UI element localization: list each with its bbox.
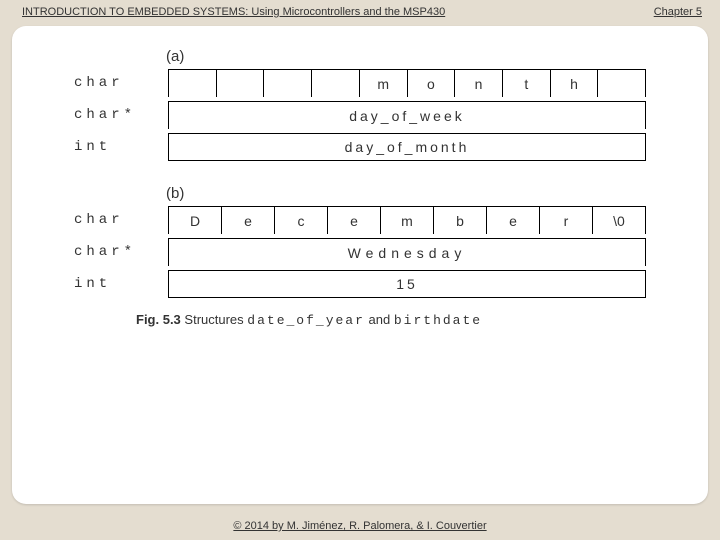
cell: e [222,207,275,234]
cell [169,70,217,97]
page-header: INTRODUCTION TO EMBEDDED SYSTEMS: Using … [0,0,720,18]
panel-a-label: (a) [166,48,646,65]
cell: r [540,207,593,234]
int-a-value: day_of_month [169,134,645,160]
row-charp-b: char* Wednesday [74,238,646,266]
row-charp-a: char* day_of_week [74,101,646,129]
book-title: INTRODUCTION TO EMBEDDED SYSTEMS: Using … [22,6,445,18]
caption-code1: date_of_year [247,313,365,328]
row-int-a-label: int [74,133,168,161]
chapter-label: Chapter 5 [654,6,702,18]
cell: n [455,70,503,97]
caption-word1: Structures [184,312,243,327]
row-int-b: int 15 [74,270,646,298]
row-char-b-label: char [74,206,168,234]
slide-body: (a) char m o n t h char* day_o [12,26,708,504]
row-charp-a-label: char* [74,101,168,129]
cell: m [360,70,408,97]
cell: m [381,207,434,234]
panel-a: (a) char m o n t h char* day_o [74,48,646,161]
panel-b-label: (b) [166,185,646,202]
fig-number: Fig. 5.3 [136,312,181,327]
int-b-value: 15 [169,271,645,297]
row-char-a: char m o n t h [74,69,646,97]
cell: o [408,70,456,97]
cell: e [328,207,381,234]
cell [264,70,312,97]
row-int-b-label: int [74,270,168,298]
cell [217,70,265,97]
panel-b: (b) char D e c e m b e r \0 char* Wednes… [74,185,646,298]
caption-word2: and [369,312,391,327]
cell: e [487,207,540,234]
cell: c [275,207,328,234]
caption-code2: birthdate [394,313,482,328]
figure-caption: Fig. 5.3 Structures date_of_year and bir… [136,312,646,328]
charp-b-value: Wednesday [169,239,645,266]
char-a-cells: m o n t h [169,70,645,97]
char-b-cells: D e c e m b e r \0 [169,207,645,234]
cell: D [169,207,222,234]
row-char-a-label: char [74,69,168,97]
cell: b [434,207,487,234]
cell [312,70,360,97]
row-char-b: char D e c e m b e r \0 [74,206,646,234]
cell: h [551,70,599,97]
charp-a-value: day_of_week [169,102,645,129]
row-charp-b-label: char* [74,238,168,266]
cell [598,70,645,97]
row-int-a: int day_of_month [74,133,646,161]
cell: t [503,70,551,97]
cell: \0 [593,207,645,234]
copyright-footer: © 2014 by M. Jiménez, R. Palomera, & I. … [0,520,720,532]
